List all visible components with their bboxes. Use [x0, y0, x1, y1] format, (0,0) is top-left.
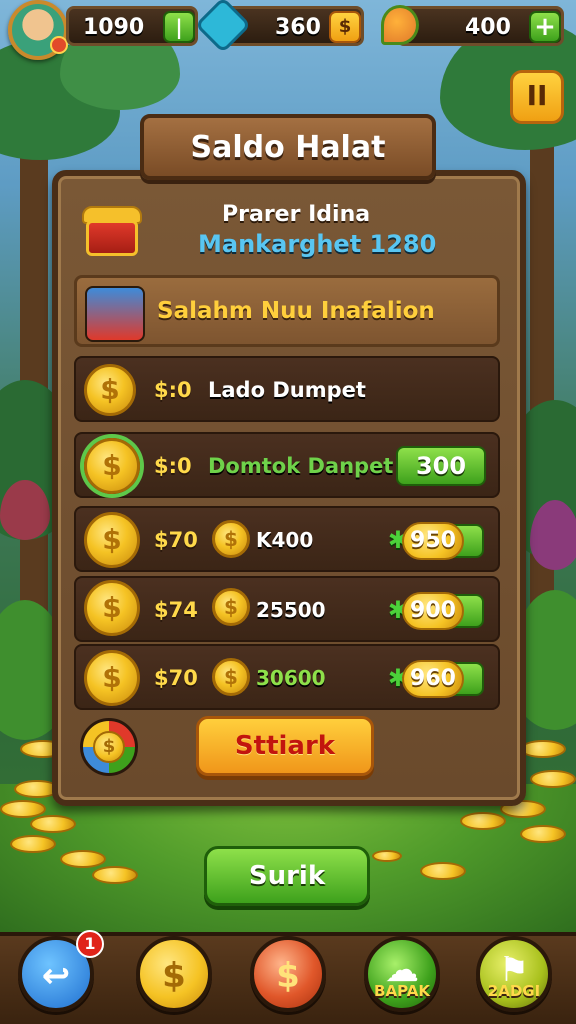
row-price: $:0 — [154, 378, 192, 402]
row-name: Domtok Danpet — [208, 454, 394, 478]
buy-button[interactable]: 300 — [396, 446, 486, 486]
buy-button[interactable]: 950 — [388, 518, 484, 562]
panel-title-plank: Saldo Halat — [140, 114, 436, 180]
nav-badge-button[interactable]: ⚑ 2ADGI — [476, 936, 552, 1012]
small-coin-icon: $ — [212, 658, 250, 696]
row-quantity: 30600 — [256, 666, 326, 690]
row-price: $74 — [154, 598, 198, 622]
small-coin-icon: $ — [212, 520, 250, 558]
coin-icon: $ — [84, 364, 136, 416]
leaf-counter: 400 + — [381, 5, 564, 46]
header-subtitle: Mankarghet 1280 — [198, 230, 437, 258]
offer-banner[interactable]: Salahm Nuu Inafalion — [74, 275, 500, 347]
submit-button[interactable]: Surik — [204, 846, 370, 906]
back-arrow-icon: ↩ — [41, 956, 71, 996]
coin-icon: $ — [162, 956, 186, 996]
player-avatar[interactable] — [8, 0, 68, 60]
row-quantity: K400 — [256, 528, 314, 552]
add-gems-button[interactable]: $ — [329, 11, 361, 43]
buy-button[interactable]: 900 — [388, 588, 484, 632]
coin-icon: $ — [84, 650, 140, 706]
gem-value: 360 — [275, 15, 321, 40]
leaf-icon — [381, 5, 419, 45]
nav-bapak-button[interactable]: ☁ BAPAK — [364, 936, 440, 1012]
gold-counter: 1090 | — [66, 6, 198, 46]
nav-shop-button[interactable]: $ — [250, 936, 326, 1012]
buy-amount: 900 — [402, 592, 464, 630]
gem-icon — [194, 0, 252, 54]
leaf-value: 400 — [465, 15, 511, 40]
shop-row[interactable]: $ $70 $ 30600 ✱ 960 — [74, 644, 500, 710]
add-gold-button[interactable]: | — [163, 11, 195, 43]
nav-coins-button[interactable]: $ — [136, 936, 212, 1012]
add-leaves-button[interactable]: + — [529, 11, 561, 43]
buy-button[interactable]: 960 — [388, 656, 484, 700]
start-button[interactable]: Sttiark — [196, 716, 374, 776]
top-resource-bar: 1090 | 360 $ 400 + — [0, 0, 576, 60]
buy-amount: 950 — [402, 522, 464, 560]
nav-label: 2ADGI — [487, 982, 541, 1000]
coin-bonus-icon: $ — [84, 438, 140, 494]
panel-header: Prarer Idina Mankarghet 1280 — [72, 192, 502, 270]
character-gift-icon — [85, 286, 145, 342]
shop-row[interactable]: $ $:0 Lado Dumpet — [74, 356, 500, 422]
shop-row[interactable]: $ $:0 Domtok Danpet 300 — [74, 432, 500, 498]
gold-value: 1090 — [83, 15, 145, 40]
buy-amount: 960 — [402, 660, 464, 698]
coin-icon: $ — [84, 580, 140, 636]
gem-counter: 360 $ — [194, 0, 364, 54]
treasure-chest-icon — [80, 200, 144, 256]
notification-badge: 1 — [76, 930, 104, 958]
row-price: $70 — [154, 528, 198, 552]
row-price: $70 — [154, 666, 198, 690]
row-quantity: 25500 — [256, 598, 326, 622]
panel-title: Saldo Halat — [190, 130, 386, 165]
row-price: $:0 — [154, 454, 192, 478]
shop-row[interactable]: $ $70 $ K400 ✱ 950 — [74, 506, 500, 572]
shop-row[interactable]: $ $74 $ 25500 ✱ 900 — [74, 576, 500, 642]
coin-icon: $ — [276, 956, 300, 996]
header-title: Prarer Idina — [222, 202, 371, 227]
coin-icon: $ — [84, 512, 140, 568]
banner-text: Salahm Nuu Inafalion — [157, 298, 435, 324]
row-name: Lado Dumpet — [208, 378, 366, 402]
nav-label: BAPAK — [374, 982, 430, 1000]
small-coin-icon: $ — [212, 588, 250, 626]
lucky-wheel-icon[interactable]: $ — [80, 718, 138, 776]
pause-button[interactable]: II — [510, 70, 564, 124]
